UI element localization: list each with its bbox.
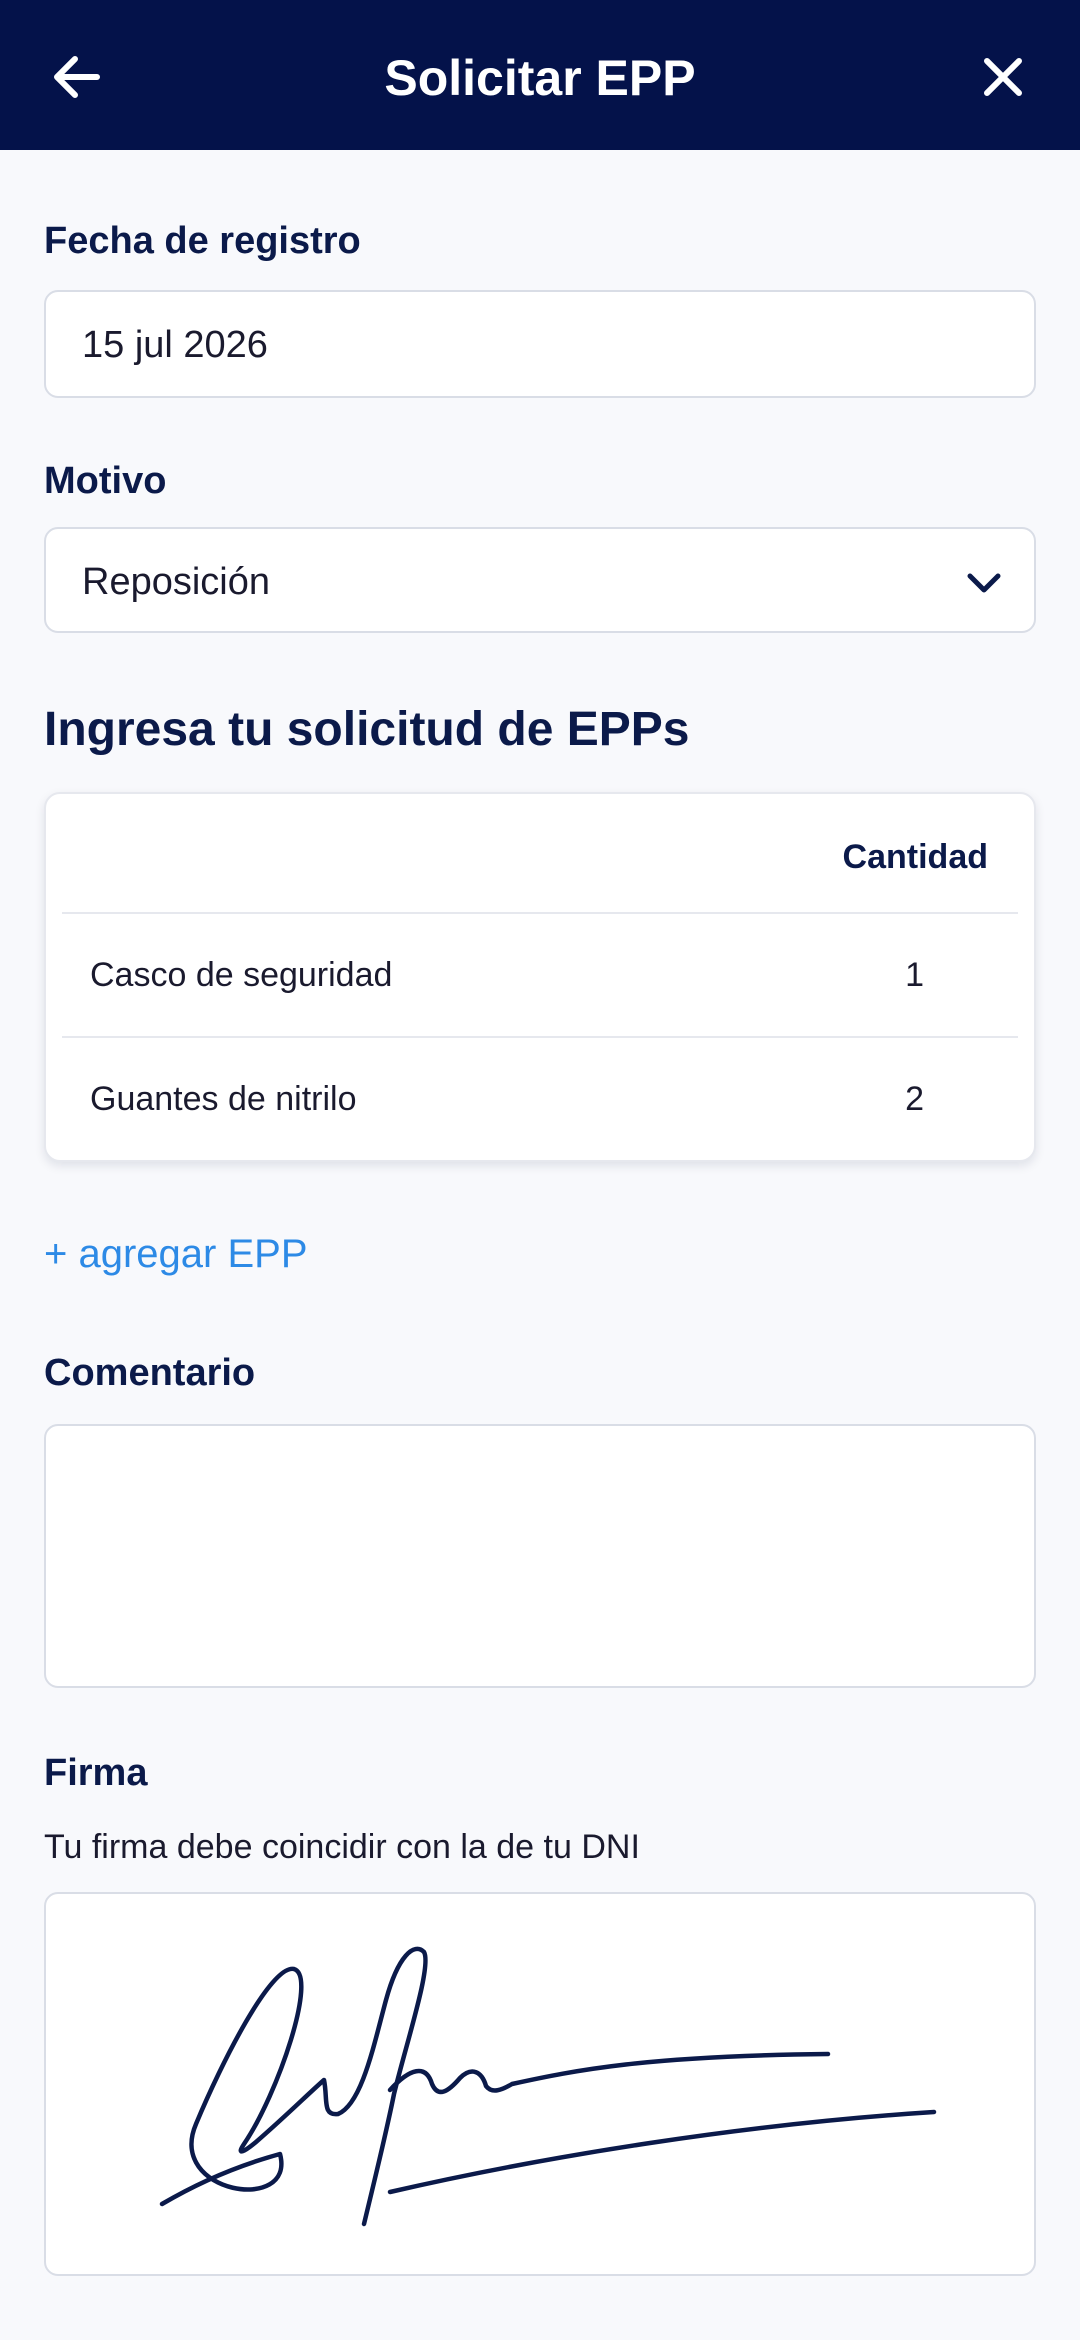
date-field[interactable]: 15 jul 2026 bbox=[44, 290, 1036, 398]
comment-textarea[interactable] bbox=[44, 1424, 1036, 1688]
reason-select[interactable]: Reposición bbox=[44, 527, 1036, 633]
close-button[interactable] bbox=[968, 42, 1038, 112]
add-epp-link[interactable]: + agregar EPP bbox=[44, 1232, 308, 1277]
item-quantity: 2 bbox=[905, 1080, 924, 1118]
signature-drawing bbox=[159, 1946, 937, 2227]
signature-hint: Tu firma debe coincidir con la de tu DNI bbox=[44, 1828, 640, 1866]
table-row[interactable]: Guantes de nitrilo 2 bbox=[46, 1038, 1034, 1160]
reason-value: Reposición bbox=[82, 561, 270, 603]
page-title: Solicitar EPP bbox=[384, 50, 696, 106]
table-row[interactable]: Casco de seguridad 1 bbox=[46, 914, 1034, 1036]
epp-table: Cantidad Casco de seguridad 1 Guantes de… bbox=[44, 792, 1036, 1162]
signature-label: Firma bbox=[44, 1752, 148, 1794]
item-name: Casco de seguridad bbox=[90, 956, 393, 994]
date-value: 15 jul 2026 bbox=[82, 324, 268, 366]
request-section-title: Ingresa tu solicitud de EPPs bbox=[44, 703, 690, 756]
item-name: Guantes de nitrilo bbox=[90, 1080, 357, 1118]
date-label: Fecha de registro bbox=[44, 220, 361, 262]
reason-label: Motivo bbox=[44, 460, 167, 502]
close-icon bbox=[984, 58, 1022, 96]
app-header: Solicitar EPP bbox=[0, 0, 1080, 150]
column-header-quantity: Cantidad bbox=[842, 838, 988, 876]
chevron-down-icon bbox=[967, 573, 1001, 593]
signature-pad[interactable] bbox=[44, 1892, 1036, 2276]
comment-label: Comentario bbox=[44, 1352, 256, 1394]
item-quantity: 1 bbox=[905, 956, 924, 994]
